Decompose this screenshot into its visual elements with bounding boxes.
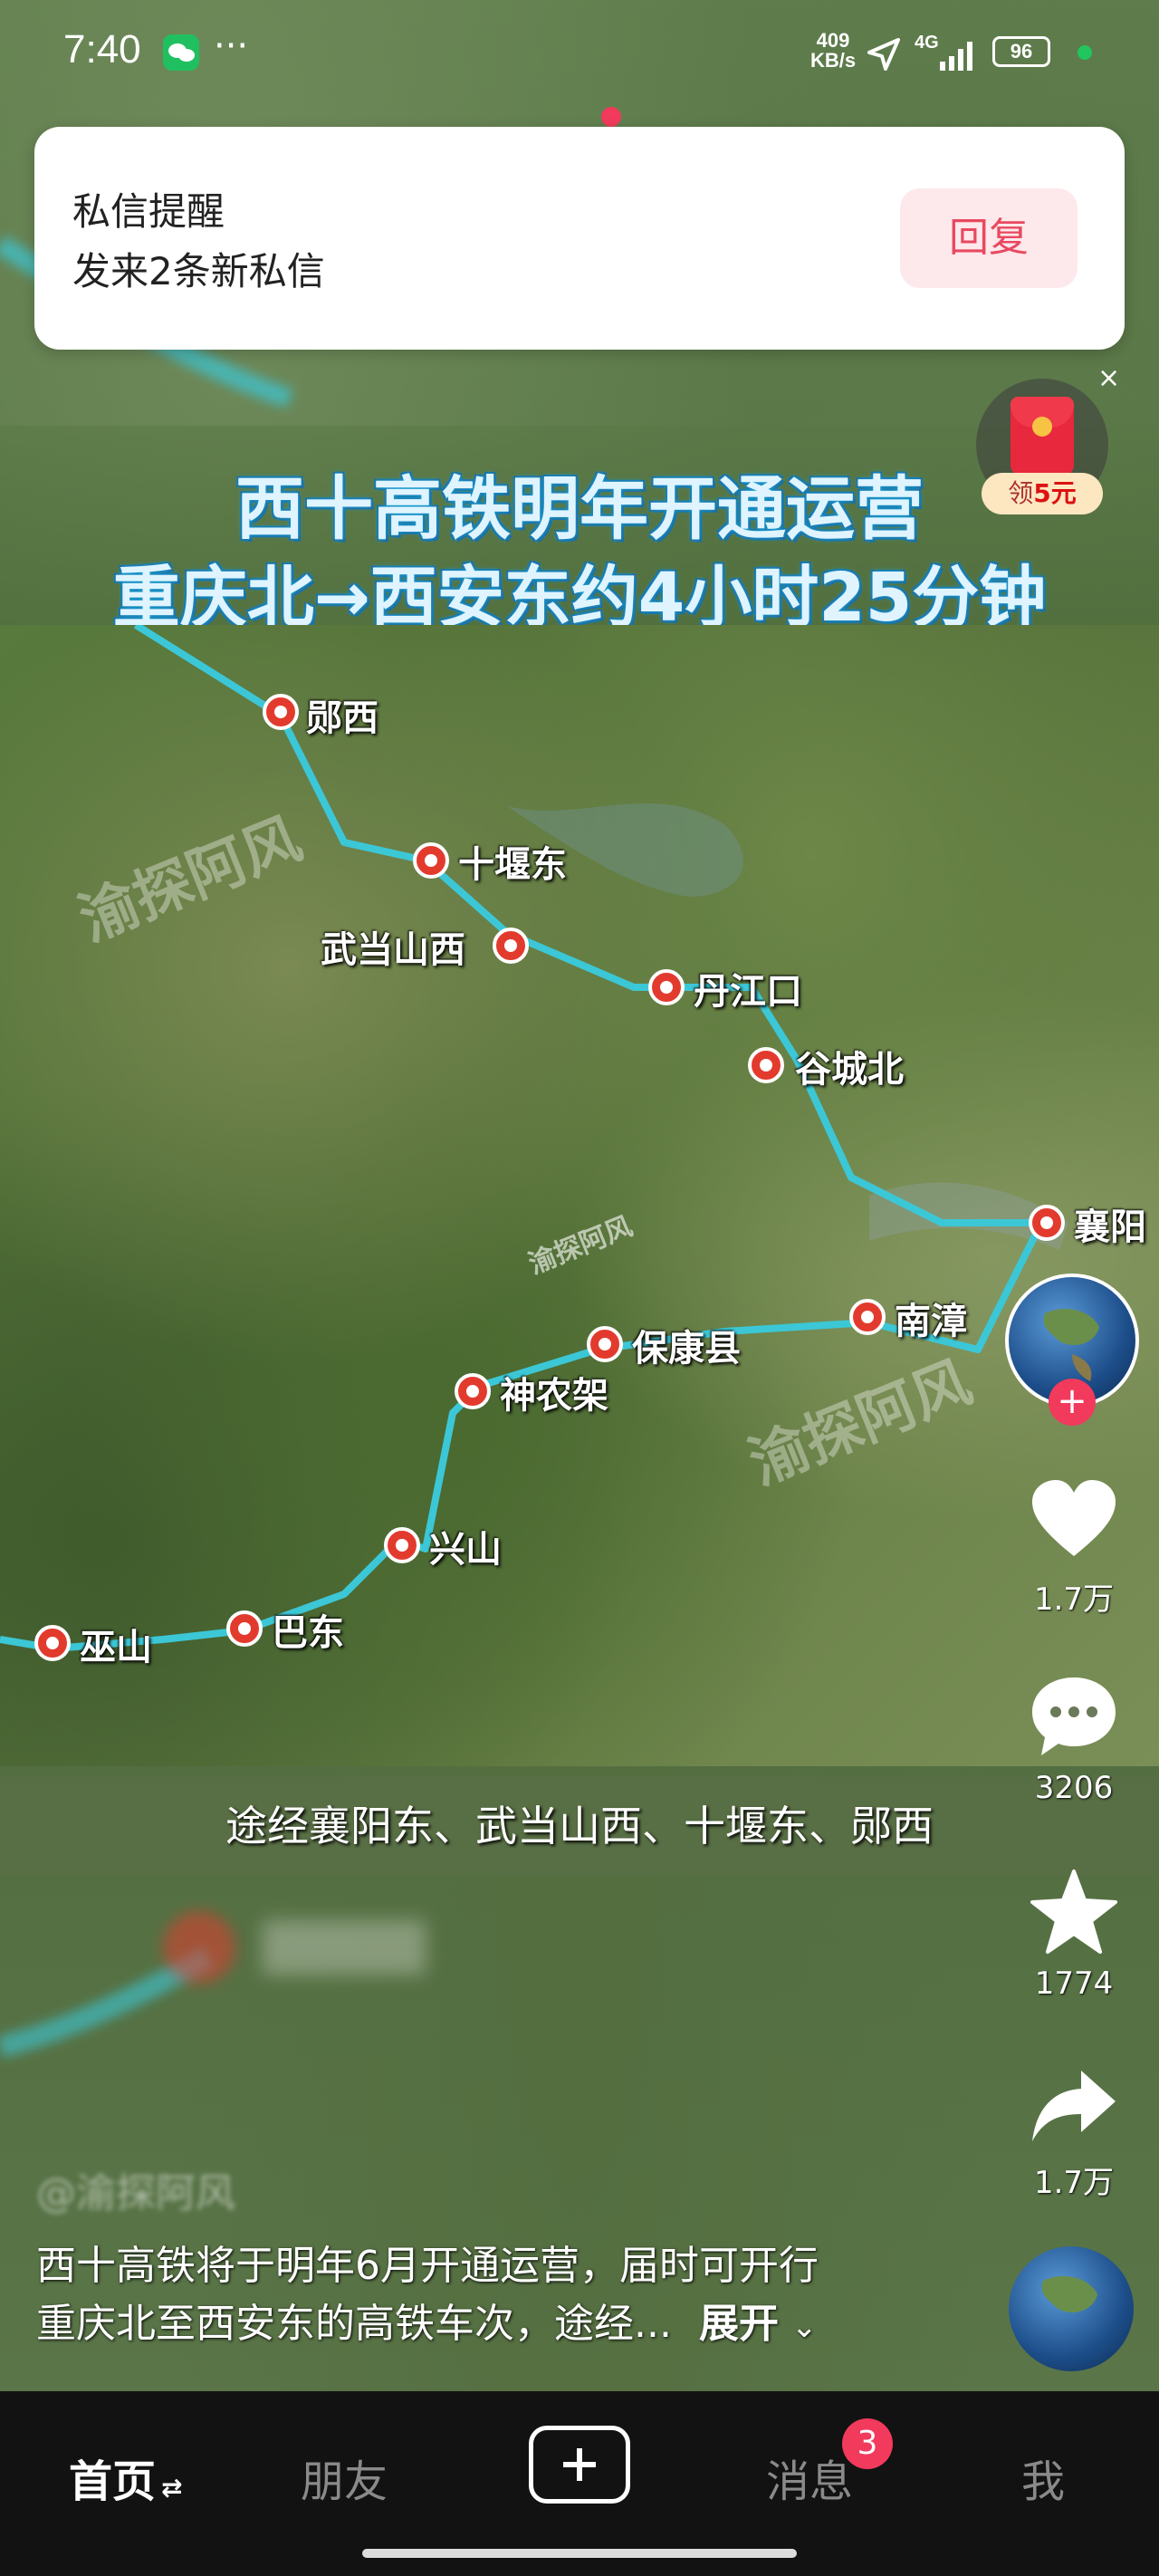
location-arrow-icon xyxy=(867,38,900,71)
station-label-nanzhang: 南漳 xyxy=(895,1301,967,1342)
signal-icon xyxy=(940,42,972,71)
net-speed: 409 KB/s xyxy=(806,31,860,71)
favorite-count: 1774 xyxy=(1034,1966,1114,2002)
more-dots-icon: ··· xyxy=(214,25,249,67)
comment-icon[interactable] xyxy=(1029,1672,1119,1763)
station-label-baokang: 保康县 xyxy=(632,1328,741,1370)
swap-icon: ⇄ xyxy=(161,2473,183,2503)
music-disc[interactable] xyxy=(1009,2246,1134,2371)
station-marker-wudangshan-west xyxy=(493,928,529,964)
station-label-wushan: 巫山 xyxy=(80,1627,152,1668)
station-label-yunxi: 郧西 xyxy=(306,697,378,739)
messages-badge: 3 xyxy=(842,2418,893,2469)
network-type: 4G xyxy=(915,33,939,53)
station-label-badong: 巴东 xyxy=(272,1612,344,1654)
station-marker-wushan xyxy=(34,1625,71,1661)
red-packet-label: 领5元 xyxy=(982,473,1103,514)
tab-me[interactable]: 我 xyxy=(1021,2446,1065,2509)
tab-home[interactable]: 首页 ⇄ xyxy=(69,2446,182,2509)
station-label-shiyan-east: 十堰东 xyxy=(458,844,567,886)
red-packet-amount: 5元 xyxy=(1033,478,1077,508)
station-marker-xingshan xyxy=(384,1527,420,1563)
video-player[interactable]: 西十高铁明年开通运营 重庆北→西安东约4小时25分钟 郧西 十堰东 武当山西 丹… xyxy=(0,0,1159,2391)
description-line1: 西十高铁将于明年6月开通运营，届时可开行 xyxy=(36,2243,819,2289)
like-count: 1.7万 xyxy=(1033,1581,1115,1618)
status-bar: 7:40 ··· 409 KB/s 4G 96 xyxy=(0,0,1159,127)
station-marker-shiyan-east xyxy=(413,842,449,879)
chevron-down-icon: ⌄ xyxy=(790,2309,818,2345)
rail-route xyxy=(0,625,1068,1652)
reply-button[interactable]: 回复 xyxy=(900,188,1078,288)
description-line2: 重庆北至西安东的高铁车次，途经... xyxy=(36,2301,672,2347)
video-description[interactable]: 西十高铁将于明年6月开通运营，届时可开行 重庆北至西安东的高铁车次，途经... … xyxy=(36,2237,996,2356)
station-marker-yunxi xyxy=(263,694,299,730)
close-red-packet-icon[interactable]: × xyxy=(1097,362,1120,394)
station-marker-nanzhang xyxy=(849,1299,886,1335)
blurred-route-bottom xyxy=(0,1911,426,2058)
tab-home-label: 首页 xyxy=(69,2456,157,2507)
star-icon[interactable] xyxy=(1029,1868,1119,1958)
map-image: 郧西 十堰东 武当山西 丹江口 谷城北 襄阳 南漳 保康县 神农架 兴山 巴东 … xyxy=(0,625,1159,1766)
station-label-shennongjia: 神农架 xyxy=(500,1375,608,1417)
red-dot xyxy=(601,107,621,127)
expand-link[interactable]: 展开 xyxy=(699,2301,779,2347)
share-count: 1.7万 xyxy=(1033,2165,1115,2201)
station-label-danjiangkou: 丹江口 xyxy=(694,971,802,1013)
station-marker-gucheng-north xyxy=(748,1047,784,1083)
comment-count: 3206 xyxy=(1034,1770,1114,1806)
station-marker-xiangyang xyxy=(1029,1205,1065,1241)
red-packet-widget[interactable]: 领5元 xyxy=(976,379,1108,514)
follow-plus-button[interactable]: + xyxy=(1049,1379,1096,1426)
author-name[interactable]: @渝探阿风 xyxy=(36,2160,235,2218)
tab-messages[interactable]: 消息 xyxy=(766,2446,853,2509)
heart-icon[interactable] xyxy=(1029,1476,1119,1567)
red-packet-prefix: 领 xyxy=(1008,478,1034,508)
station-marker-badong xyxy=(226,1610,263,1647)
notification-title: 私信提醒 xyxy=(72,189,225,234)
net-speed-value: 409 xyxy=(816,29,850,52)
dm-notification[interactable]: 私信提醒 发来2条新私信 回复 xyxy=(34,127,1125,350)
station-marker-danjiangkou xyxy=(648,969,685,1005)
globe-icon xyxy=(1041,2276,1097,2312)
camera-indicator-dot xyxy=(1078,45,1092,60)
station-label-xiangyang: 襄阳 xyxy=(1074,1206,1146,1248)
share-icon[interactable] xyxy=(1029,2062,1119,2152)
red-packet-icon xyxy=(1011,397,1074,475)
battery-level: 96 xyxy=(1010,40,1033,62)
plus-icon xyxy=(563,2448,596,2481)
station-label-gucheng-north: 谷城北 xyxy=(795,1049,904,1091)
home-indicator xyxy=(362,2549,797,2558)
tab-friends[interactable]: 朋友 xyxy=(301,2446,388,2509)
station-marker-shennongjia xyxy=(455,1373,491,1409)
station-marker-baokang xyxy=(587,1326,623,1362)
video-caption: 途经襄阳东、武当山西、十堰东、郧西 xyxy=(225,1802,934,1850)
station-label-xingshan: 兴山 xyxy=(429,1529,502,1571)
clock: 7:40 xyxy=(63,27,141,72)
battery-icon: 96 xyxy=(992,36,1050,67)
net-speed-unit: KB/s xyxy=(809,49,857,72)
wechat-icon xyxy=(163,34,199,71)
notification-body: 发来2条新私信 xyxy=(72,249,325,293)
create-post-button[interactable] xyxy=(529,2426,630,2504)
station-label-wudangshan-west: 武当山西 xyxy=(321,929,465,971)
